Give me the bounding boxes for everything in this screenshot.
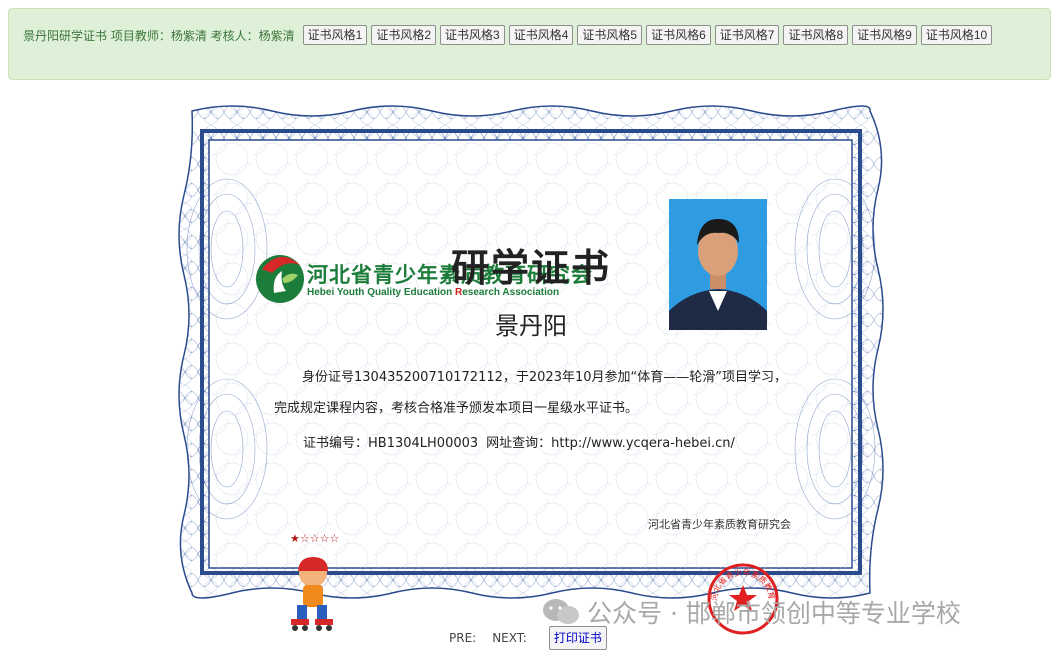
style-button-5[interactable]: 证书风格5 xyxy=(577,25,643,45)
style-button-2[interactable]: 证书风格2 xyxy=(371,25,437,45)
star-filled-icon: ★ xyxy=(290,532,300,545)
cert-number: 证书编号：HB1304LH00003 xyxy=(303,436,479,451)
star-rating: ★☆☆☆☆ xyxy=(290,533,339,545)
org-signature: 河北省青少年素质教育研究会 xyxy=(648,518,791,531)
next-link[interactable]: NEXT: xyxy=(492,631,527,645)
pager: PRE: NEXT: 打印证书 xyxy=(449,626,607,650)
certificate-toolbar: 景丹阳研学证书 项目教师：杨紫清 考核人：杨紫清 证书风格1 证书风格2 证书风格3 证… xyxy=(8,8,1051,80)
skater-mascot-icon xyxy=(291,557,333,631)
star-empty-icon: ☆ xyxy=(329,532,340,545)
style-button-8[interactable]: 证书风格8 xyxy=(783,25,849,45)
website-query: 网址查询：http://www.ycqera-hebei.cn/ xyxy=(486,436,735,451)
style-button-3[interactable]: 证书风格3 xyxy=(440,25,505,45)
style-button-4[interactable]: 证书风格4 xyxy=(508,25,574,45)
print-certificate-button[interactable]: 打印证书 xyxy=(548,626,607,650)
star-empty-icon: ☆ xyxy=(319,532,330,545)
prev-link[interactable]: PRE: xyxy=(449,631,476,645)
student-name: 景丹阳 xyxy=(495,312,567,340)
certificate-meta: 证书编号：HB1304LH00003 网址查询：http://www.ycqera… xyxy=(303,432,743,451)
toolbar-row: 景丹阳研学证书 项目教师：杨紫清 考核人：杨紫清 证书风格1 证书风格2 证书风格3 证… xyxy=(23,25,1040,48)
watermark-text: 公众号 · 邯郸市领创中等专业学校 xyxy=(587,599,961,628)
certificate-body: 身份证号130435200710172112，于2023年10月参加“体育——轮… xyxy=(274,370,787,416)
style-button-6[interactable]: 证书风格6 xyxy=(646,25,711,45)
style-button-9[interactable]: 证书风格9 xyxy=(852,25,917,45)
star-empty-icon: ☆ xyxy=(309,532,320,545)
style-button-7[interactable]: 证书风格7 xyxy=(714,25,780,45)
style-button-10[interactable]: 证书风格10 xyxy=(920,25,993,45)
style-button-1[interactable]: 证书风格1 xyxy=(302,25,368,45)
toolbar-info-text: 景丹阳研学证书 项目教师：杨紫清 考核人：杨紫清 xyxy=(23,29,295,43)
star-empty-icon: ☆ xyxy=(299,532,310,545)
certificate-title: 研学证书 xyxy=(450,245,611,290)
